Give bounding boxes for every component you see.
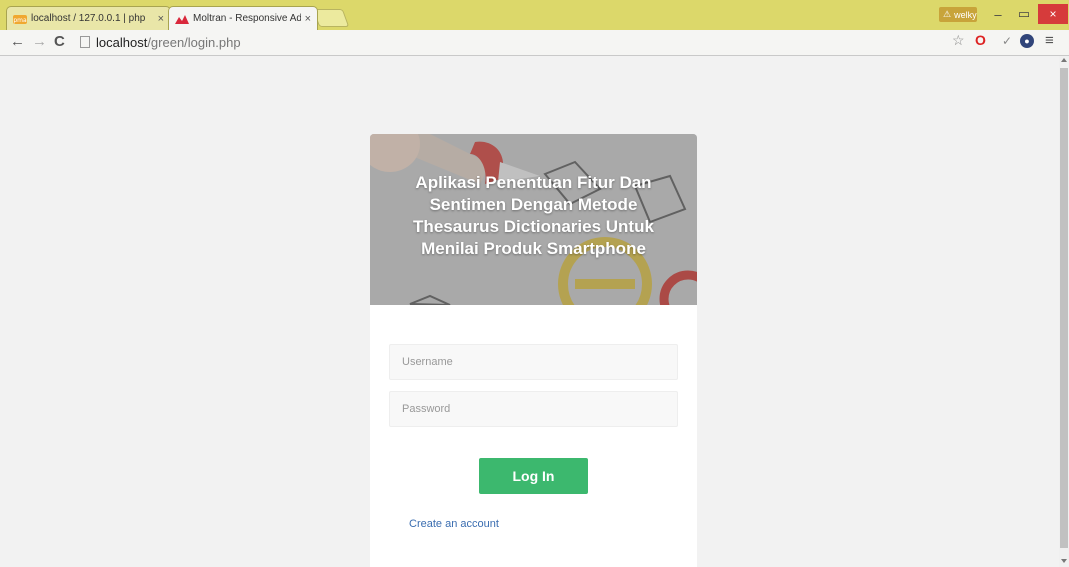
- tab-moltran[interactable]: Moltran - Responsive Adm ×: [168, 6, 318, 30]
- checkmark-extension-icon[interactable]: ✓: [1002, 34, 1012, 48]
- profile-name: welky: [954, 9, 977, 20]
- login-button[interactable]: Log In: [479, 458, 588, 494]
- close-tab-icon[interactable]: ×: [158, 13, 164, 25]
- login-card: Aplikasi Penentuan Fitur Dan Sentimen De…: [370, 134, 697, 567]
- account-extension-icon[interactable]: ●: [1020, 34, 1034, 48]
- close-tab-icon[interactable]: ×: [305, 13, 311, 25]
- address-bar[interactable]: localhost/green/login.php: [80, 32, 960, 52]
- new-tab-button[interactable]: [312, 9, 350, 27]
- tab-phpmyadmin[interactable]: pma localhost / 127.0.0.1 | php ×: [6, 6, 171, 30]
- password-input[interactable]: [389, 391, 678, 427]
- svg-text:pma: pma: [13, 17, 27, 24]
- scroll-up-arrow-icon[interactable]: [1061, 58, 1067, 62]
- tab-label: Moltran - Responsive Adm: [193, 13, 301, 24]
- tab-strip: pma localhost / 127.0.0.1 | php × Moltra…: [0, 0, 1069, 30]
- scrollbar-thumb[interactable]: [1060, 68, 1068, 548]
- restore-button[interactable]: ▭: [1013, 4, 1035, 24]
- tab-label: localhost / 127.0.0.1 | php: [31, 13, 146, 24]
- browser-toolbar: ← → C localhost/green/login.php ☆ O ✓ ● …: [0, 30, 1069, 56]
- app-title: Aplikasi Penentuan Fitur Dan Sentimen De…: [413, 173, 654, 258]
- profile-warning-icon: ⚠: [943, 9, 952, 19]
- minimize-button[interactable]: –: [987, 4, 1009, 24]
- phpmyadmin-icon: pma: [13, 13, 27, 25]
- username-input[interactable]: [389, 344, 678, 380]
- url-host: localhost: [96, 34, 148, 50]
- menu-icon[interactable]: ≡: [1045, 32, 1054, 49]
- back-arrow-icon[interactable]: ←: [10, 33, 25, 50]
- create-account-link[interactable]: Create an account: [409, 518, 499, 530]
- moltran-logo-icon: [175, 13, 189, 25]
- bookmark-star-icon[interactable]: ☆: [952, 32, 965, 49]
- window-close-button[interactable]: ×: [1038, 4, 1068, 24]
- url-path: /green/login.php: [147, 34, 241, 50]
- forward-arrow-icon[interactable]: →: [32, 33, 47, 50]
- login-header-image: Aplikasi Penentuan Fitur Dan Sentimen De…: [370, 134, 697, 305]
- profile-badge[interactable]: ⚠ welky: [939, 7, 977, 22]
- scroll-down-arrow-icon[interactable]: [1061, 559, 1067, 563]
- page-icon: [80, 36, 90, 48]
- reload-icon[interactable]: C: [54, 33, 65, 50]
- opera-extension-icon[interactable]: O: [975, 32, 986, 48]
